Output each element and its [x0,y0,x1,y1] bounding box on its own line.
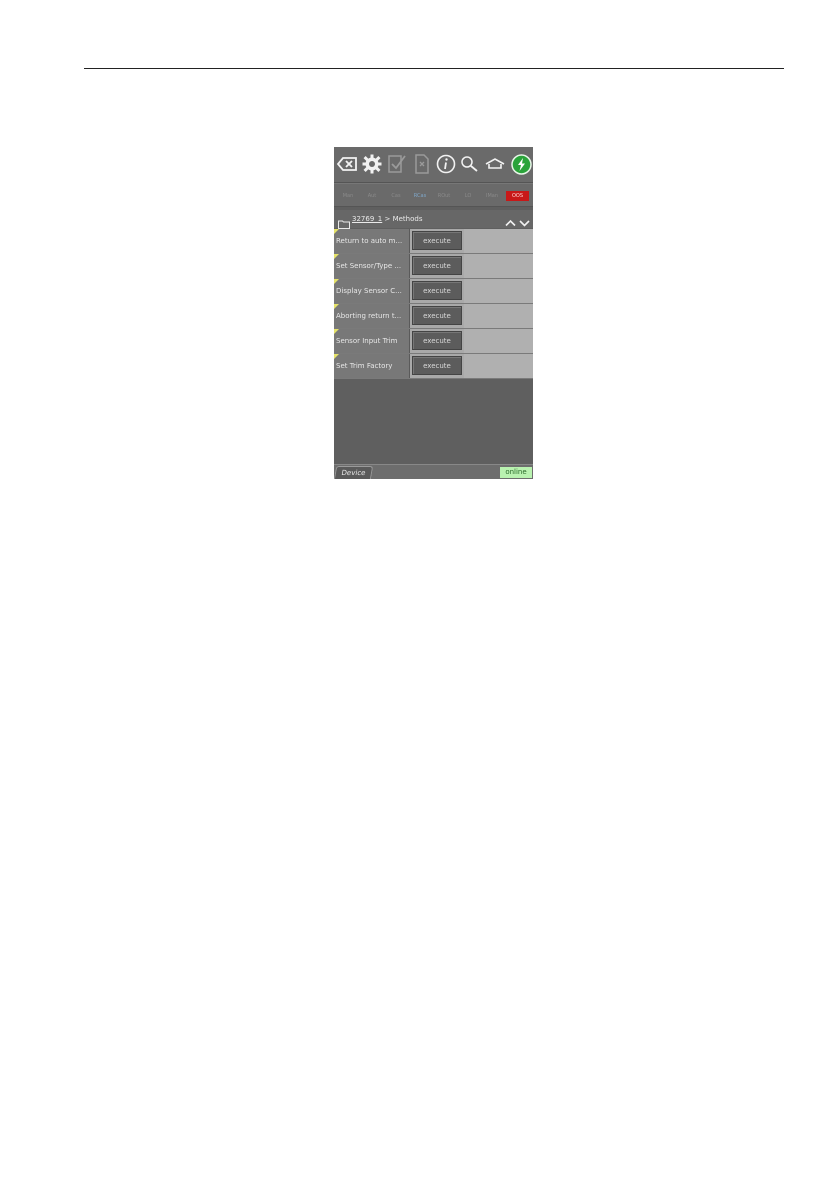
method-row: Set Trim Factory execute [334,354,533,379]
method-row: Set Sensor/Type ... execute [334,254,533,279]
backspace-icon[interactable] [336,153,358,175]
execute-button[interactable]: execute [412,331,462,350]
row-filler [464,304,533,328]
breadcrumb-section: Methods [392,215,423,223]
document-icon[interactable] [411,153,433,175]
mode-cas[interactable]: Cas [385,191,407,201]
mode-lo[interactable]: LO [457,191,479,201]
row-filler [464,254,533,278]
method-label: Sensor Input Trim [334,329,410,353]
home-icon[interactable] [484,153,506,175]
device-screen: Man Aut Cas RCas ROut LO IMan OOS 32769_… [334,147,533,479]
execute-button[interactable]: execute [412,281,462,300]
mode-aut[interactable]: Aut [361,191,383,201]
footer-bar: Device online [334,464,533,479]
checklist-icon[interactable] [386,153,408,175]
gear-icon[interactable] [361,153,383,175]
method-label: Set Sensor/Type ... [334,254,410,278]
method-label: Aborting return t... [334,304,410,328]
flag-marker [334,254,339,259]
row-filler [464,279,533,303]
method-row: Display Sensor C... execute [334,279,533,304]
breadcrumb-path: 32769_1 > Methods [352,214,422,224]
mode-rout[interactable]: ROut [433,191,455,201]
info-icon[interactable] [435,153,457,175]
execute-button[interactable]: execute [412,231,462,250]
method-row: Aborting return t... execute [334,304,533,329]
mode-bar: Man Aut Cas RCas ROut LO IMan OOS [334,183,533,207]
method-label: Display Sensor C... [334,279,410,303]
execute-button[interactable]: execute [412,356,462,375]
mode-iman[interactable]: IMan [481,191,503,201]
flag-marker [334,229,339,234]
tab-device[interactable]: Device [334,466,374,479]
flag-marker [334,304,339,309]
execute-button[interactable]: execute [412,256,462,275]
search-icon[interactable] [459,153,481,175]
flag-marker [334,279,339,284]
breadcrumb-device-link[interactable]: 32769_1 [352,215,382,223]
mode-oos[interactable]: OOS [506,191,529,201]
flag-marker [334,354,339,359]
breadcrumb-separator: > [382,215,393,223]
breadcrumb: 32769_1 > Methods [334,210,533,229]
execute-button[interactable]: execute [412,306,462,325]
row-filler [464,329,533,353]
power-connection-icon[interactable] [510,153,532,175]
row-filler [464,229,533,253]
method-label: Set Trim Factory [334,354,410,378]
row-filler [464,354,533,378]
mode-rcas[interactable]: RCas [409,191,431,201]
toolbar [334,147,533,183]
method-row: Sensor Input Trim execute [334,329,533,354]
methods-list: Return to auto m... execute Set Sensor/T… [334,229,533,379]
flag-marker [334,329,339,334]
page-header-rule [84,68,784,69]
method-label: Return to auto m... [334,229,410,253]
connection-status-badge: online [500,467,532,478]
method-row: Return to auto m... execute [334,229,533,254]
mode-man[interactable]: Man [337,191,359,201]
